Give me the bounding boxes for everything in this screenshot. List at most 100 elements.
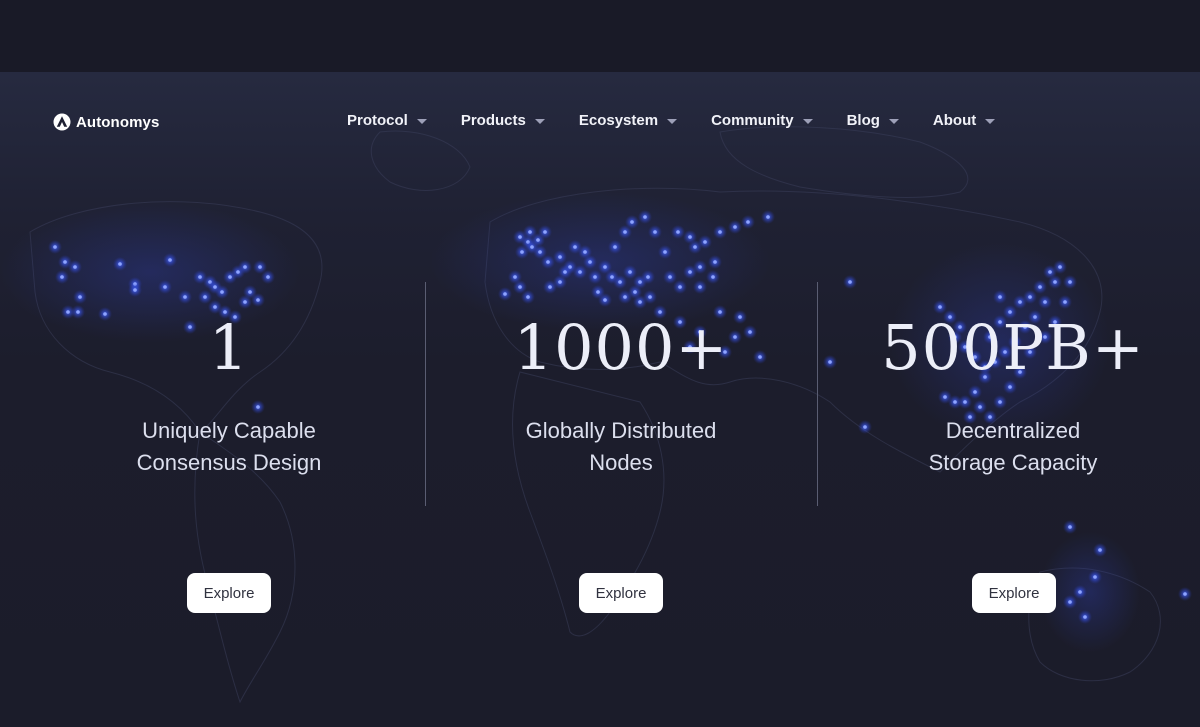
node-dot — [628, 270, 632, 274]
node-dot — [698, 265, 702, 269]
stat-desc-line1: Uniquely Capable — [142, 418, 316, 443]
top-band — [0, 0, 1200, 72]
node-dot — [733, 225, 737, 229]
node-dot — [713, 260, 717, 264]
node-dot — [118, 262, 122, 266]
node-dot — [1078, 590, 1082, 594]
node-dot — [198, 275, 202, 279]
node-dot — [688, 270, 692, 274]
brand-name: Autonomys — [76, 113, 160, 131]
node-dot — [646, 275, 650, 279]
node-dot — [643, 215, 647, 219]
node-dot — [183, 295, 187, 299]
node-dot — [718, 230, 722, 234]
chevron-down-icon — [985, 119, 996, 124]
node-dot — [1068, 525, 1072, 529]
stat-value: 1000+ — [513, 311, 729, 384]
node-dot — [243, 300, 247, 304]
node-dot — [623, 230, 627, 234]
node-dot — [536, 238, 540, 242]
node-dot — [1043, 300, 1047, 304]
node-dot — [613, 245, 617, 249]
stat-storage: 500PB+ Decentralized Storage Capacity — [863, 305, 1163, 479]
node-dot — [848, 280, 852, 284]
stat-value: 1 — [208, 311, 250, 384]
explore-storage-button[interactable]: Explore — [972, 573, 1056, 613]
nav-item-products[interactable]: Products — [461, 112, 545, 129]
nav-label: Protocol — [347, 112, 408, 129]
node-dot — [703, 240, 707, 244]
node-dot — [548, 285, 552, 289]
node-dot — [623, 295, 627, 299]
node-dot — [530, 245, 534, 249]
nav-item-ecosystem[interactable]: Ecosystem — [579, 112, 678, 129]
chevron-down-icon — [534, 119, 545, 124]
node-dot — [228, 275, 232, 279]
node-dot — [220, 290, 224, 294]
nav-item-about[interactable]: About — [933, 112, 996, 129]
node-dot — [1098, 548, 1102, 552]
nav-item-community[interactable]: Community — [711, 112, 813, 129]
autonomys-logo-icon — [53, 113, 71, 131]
stat-value: 500PB+ — [881, 311, 1145, 384]
node-dot — [676, 230, 680, 234]
node-dot — [603, 265, 607, 269]
node-dot — [526, 295, 530, 299]
stat-consensus: 1 Uniquely Capable Consensus Design — [79, 305, 379, 479]
node-dot — [203, 295, 207, 299]
node-dot — [698, 285, 702, 289]
node-dot — [688, 235, 692, 239]
node-dot — [573, 245, 577, 249]
node-dot — [638, 300, 642, 304]
node-dot — [596, 290, 600, 294]
explore-consensus-button[interactable]: Explore — [187, 573, 271, 613]
node-dot — [503, 292, 507, 296]
nav-label: Community — [711, 112, 794, 129]
node-dot — [603, 298, 607, 302]
node-dot — [563, 270, 567, 274]
node-dot — [1063, 300, 1067, 304]
node-dot — [53, 245, 57, 249]
stat-description: Uniquely Capable Consensus Design — [79, 415, 379, 479]
explore-nodes-button[interactable]: Explore — [579, 573, 663, 613]
node-dot — [583, 250, 587, 254]
node-dot — [711, 275, 715, 279]
node-dot — [668, 275, 672, 279]
node-dot — [168, 258, 172, 262]
brand-logo[interactable]: Autonomys — [53, 113, 159, 131]
node-dot — [558, 280, 562, 284]
node-dot — [630, 220, 634, 224]
node-dot — [828, 360, 832, 364]
node-dot — [1083, 615, 1087, 619]
stat-desc-line2: Storage Capacity — [928, 450, 1098, 475]
node-dot — [618, 280, 622, 284]
nav-label: Blog — [846, 112, 880, 129]
node-dot — [593, 275, 597, 279]
node-dot — [693, 245, 697, 249]
node-dot — [78, 295, 82, 299]
node-dot — [1018, 300, 1022, 304]
stat-divider — [425, 282, 426, 506]
node-dot — [663, 250, 667, 254]
node-dot — [538, 250, 542, 254]
node-dot — [648, 295, 652, 299]
node-dot — [1058, 265, 1062, 269]
node-dot — [678, 285, 682, 289]
stat-desc-line1: Globally Distributed — [525, 418, 717, 443]
stat-divider — [817, 282, 818, 506]
node-dot — [653, 230, 657, 234]
node-dot — [520, 250, 524, 254]
node-dot — [248, 290, 252, 294]
node-dot — [266, 275, 270, 279]
node-dot — [133, 288, 137, 292]
node-dot — [513, 275, 517, 279]
chevron-down-icon — [416, 119, 427, 124]
node-dot — [60, 275, 64, 279]
nav-item-protocol[interactable]: Protocol — [347, 112, 427, 129]
node-dot — [578, 270, 582, 274]
chevron-down-icon — [667, 119, 678, 124]
stat-desc-line2: Consensus Design — [136, 450, 322, 475]
nav-item-blog[interactable]: Blog — [847, 112, 899, 129]
stat-nodes: 1000+ Globally Distributed Nodes — [471, 305, 771, 479]
page: Autonomys Protocol Products Ecosystem Co… — [0, 0, 1200, 727]
